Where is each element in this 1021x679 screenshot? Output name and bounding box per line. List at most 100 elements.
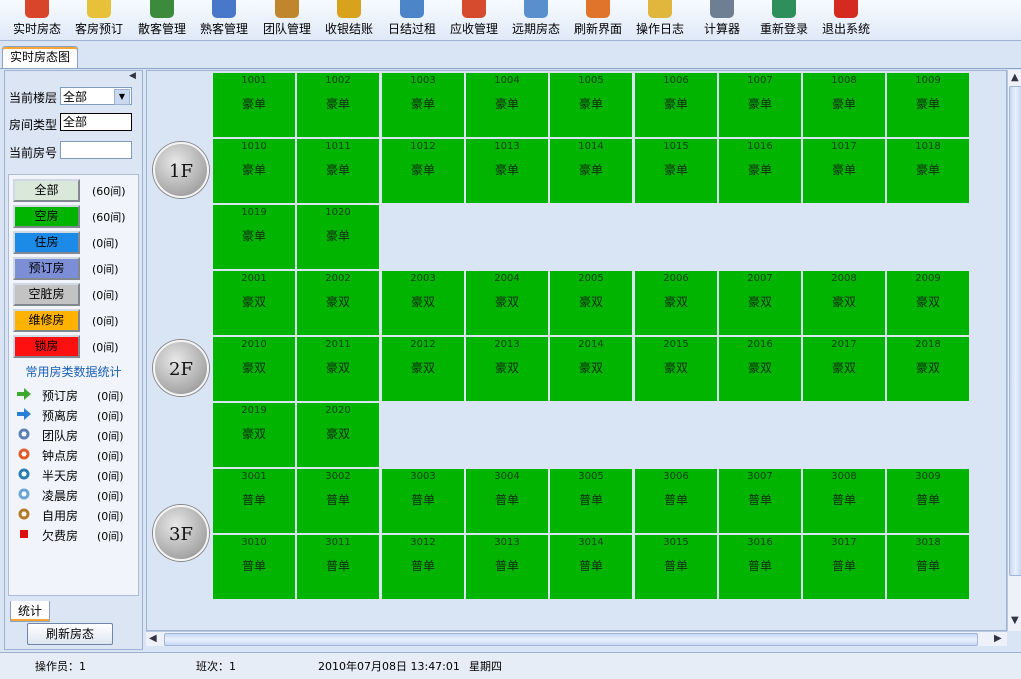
- room-tile[interactable]: 2005 豪双: [550, 271, 632, 335]
- room-tile[interactable]: 3004 普单: [466, 469, 548, 533]
- room-tile[interactable]: 1018 豪单: [887, 139, 969, 203]
- room-tile[interactable]: 2014 豪双: [550, 337, 632, 401]
- room-tile[interactable]: 1002 豪单: [297, 73, 379, 137]
- floor-badge[interactable]: 3F: [153, 505, 209, 561]
- scroll-right-icon[interactable]: ▶: [994, 633, 1002, 644]
- tab-statistics[interactable]: 统计: [10, 601, 50, 622]
- room-tile[interactable]: 2018 豪双: [887, 337, 969, 401]
- refresh-room-status-button[interactable]: 刷新房态: [27, 623, 113, 645]
- room-tile[interactable]: 2006 豪双: [635, 271, 717, 335]
- room-tile[interactable]: 1001 豪单: [213, 73, 295, 137]
- room-tile[interactable]: 3011 普单: [297, 535, 379, 599]
- toolbar-button-2[interactable]: 散客管理: [131, 0, 193, 40]
- toolbar-button-12[interactable]: 重新登录: [753, 0, 815, 40]
- room-tile[interactable]: 1017 豪单: [803, 139, 885, 203]
- room-tile[interactable]: 2007 豪双: [719, 271, 801, 335]
- room-type-input[interactable]: [60, 113, 132, 131]
- vertical-scroll-thumb[interactable]: [1009, 86, 1021, 576]
- room-number-input[interactable]: [60, 141, 132, 159]
- room-tile[interactable]: 3005 普单: [550, 469, 632, 533]
- room-tile[interactable]: 1019 豪单: [213, 205, 295, 269]
- room-tile[interactable]: 1005 豪单: [550, 73, 632, 137]
- room-tile[interactable]: 2009 豪双: [887, 271, 969, 335]
- room-tile[interactable]: 2019 豪双: [213, 403, 295, 467]
- room-tile[interactable]: 2013 豪双: [466, 337, 548, 401]
- toolbar-button-7[interactable]: 应收管理: [443, 0, 505, 40]
- chevron-down-icon[interactable]: ▼: [114, 89, 130, 105]
- room-tile[interactable]: 2020 豪双: [297, 403, 379, 467]
- toolbar-button-4[interactable]: 团队管理: [256, 0, 318, 40]
- room-tile[interactable]: 2017 豪双: [803, 337, 885, 401]
- room-tile[interactable]: 2004 豪双: [466, 271, 548, 335]
- room-tile[interactable]: 2001 豪双: [213, 271, 295, 335]
- room-tile[interactable]: 3017 普单: [803, 535, 885, 599]
- status-filter-button[interactable]: 空脏房: [13, 283, 80, 306]
- horizontal-scroll-thumb[interactable]: [164, 633, 978, 646]
- room-tile[interactable]: 3007 普单: [719, 469, 801, 533]
- room-tile[interactable]: 3018 普单: [887, 535, 969, 599]
- collapse-panel-icon[interactable]: ◀: [129, 71, 136, 81]
- room-tile[interactable]: 3013 普单: [466, 535, 548, 599]
- room-tile[interactable]: 1011 豪单: [297, 139, 379, 203]
- room-tile[interactable]: 2008 豪双: [803, 271, 885, 335]
- room-tile[interactable]: 3006 普单: [635, 469, 717, 533]
- toolbar-button-13[interactable]: 退出系统: [815, 0, 877, 40]
- room-tile[interactable]: 1013 豪单: [466, 139, 548, 203]
- toolbar-button-5[interactable]: 收银结账: [318, 0, 380, 40]
- status-filter-button[interactable]: 预订房: [13, 257, 80, 280]
- toolbar-button-0[interactable]: 实时房态: [6, 0, 68, 40]
- scroll-left-icon[interactable]: ◀: [149, 633, 157, 644]
- room-tile[interactable]: 1016 豪单: [719, 139, 801, 203]
- toolbar-button-3[interactable]: 熟客管理: [193, 0, 255, 40]
- status-filter-button[interactable]: 住房: [13, 231, 80, 254]
- floor-badge[interactable]: 1F: [153, 142, 209, 198]
- room-tile[interactable]: 2010 豪双: [213, 337, 295, 401]
- toolbar-button-8[interactable]: 远期房态: [505, 0, 567, 40]
- room-tile[interactable]: 3003 普单: [382, 469, 464, 533]
- room-tile[interactable]: 2011 豪双: [297, 337, 379, 401]
- room-tile[interactable]: 1014 豪单: [550, 139, 632, 203]
- floor-badge[interactable]: 2F: [153, 340, 209, 396]
- room-number: 2009: [915, 273, 941, 284]
- tab-realtime-room-status[interactable]: 实时房态图: [2, 46, 78, 69]
- room-tile[interactable]: 2002 豪双: [297, 271, 379, 335]
- room-tile[interactable]: 2016 豪双: [719, 337, 801, 401]
- floor-select[interactable]: 全部 ▼: [60, 87, 132, 105]
- scroll-down-icon[interactable]: ▼: [1011, 615, 1019, 626]
- room-tile[interactable]: 3010 普单: [213, 535, 295, 599]
- room-tile[interactable]: 3008 普单: [803, 469, 885, 533]
- room-number-label: 当前房号: [9, 146, 58, 160]
- room-tile[interactable]: 1015 豪单: [635, 139, 717, 203]
- status-filter-button[interactable]: 全部: [13, 179, 80, 202]
- room-tile[interactable]: 1012 豪单: [382, 139, 464, 203]
- room-tile[interactable]: 3001 普单: [213, 469, 295, 533]
- horizontal-scrollbar[interactable]: ◀ ▶: [146, 631, 1007, 646]
- room-tile[interactable]: 2015 豪双: [635, 337, 717, 401]
- room-tile[interactable]: 1007 豪单: [719, 73, 801, 137]
- room-tile[interactable]: 3016 普单: [719, 535, 801, 599]
- toolbar-button-11[interactable]: 计算器: [691, 0, 753, 40]
- status-filter-button[interactable]: 维修房: [13, 309, 80, 332]
- scroll-up-icon[interactable]: ▲: [1011, 72, 1019, 83]
- room-tile[interactable]: 3014 普单: [550, 535, 632, 599]
- toolbar-button-9[interactable]: 刷新界面: [567, 0, 629, 40]
- room-tile[interactable]: 3009 普单: [887, 469, 969, 533]
- room-tile[interactable]: 1006 豪单: [635, 73, 717, 137]
- room-tile[interactable]: 1020 豪单: [297, 205, 379, 269]
- status-filter-button[interactable]: 锁房: [13, 335, 80, 358]
- room-tile[interactable]: 1004 豪单: [466, 73, 548, 137]
- room-tile[interactable]: 2012 豪双: [382, 337, 464, 401]
- vertical-scrollbar[interactable]: ▲ ▼: [1007, 70, 1021, 631]
- room-tile[interactable]: 1008 豪单: [803, 73, 885, 137]
- toolbar-button-1[interactable]: 客房预订: [68, 0, 130, 40]
- room-tile[interactable]: 3012 普单: [382, 535, 464, 599]
- status-filter-button[interactable]: 空房: [13, 205, 80, 228]
- room-tile[interactable]: 3015 普单: [635, 535, 717, 599]
- toolbar-button-10[interactable]: 操作日志: [629, 0, 691, 40]
- room-tile[interactable]: 1009 豪单: [887, 73, 969, 137]
- toolbar-button-6[interactable]: 日结过租: [381, 0, 443, 40]
- room-tile[interactable]: 1003 豪单: [382, 73, 464, 137]
- room-tile[interactable]: 1010 豪单: [213, 139, 295, 203]
- room-tile[interactable]: 2003 豪双: [382, 271, 464, 335]
- room-tile[interactable]: 3002 普单: [297, 469, 379, 533]
